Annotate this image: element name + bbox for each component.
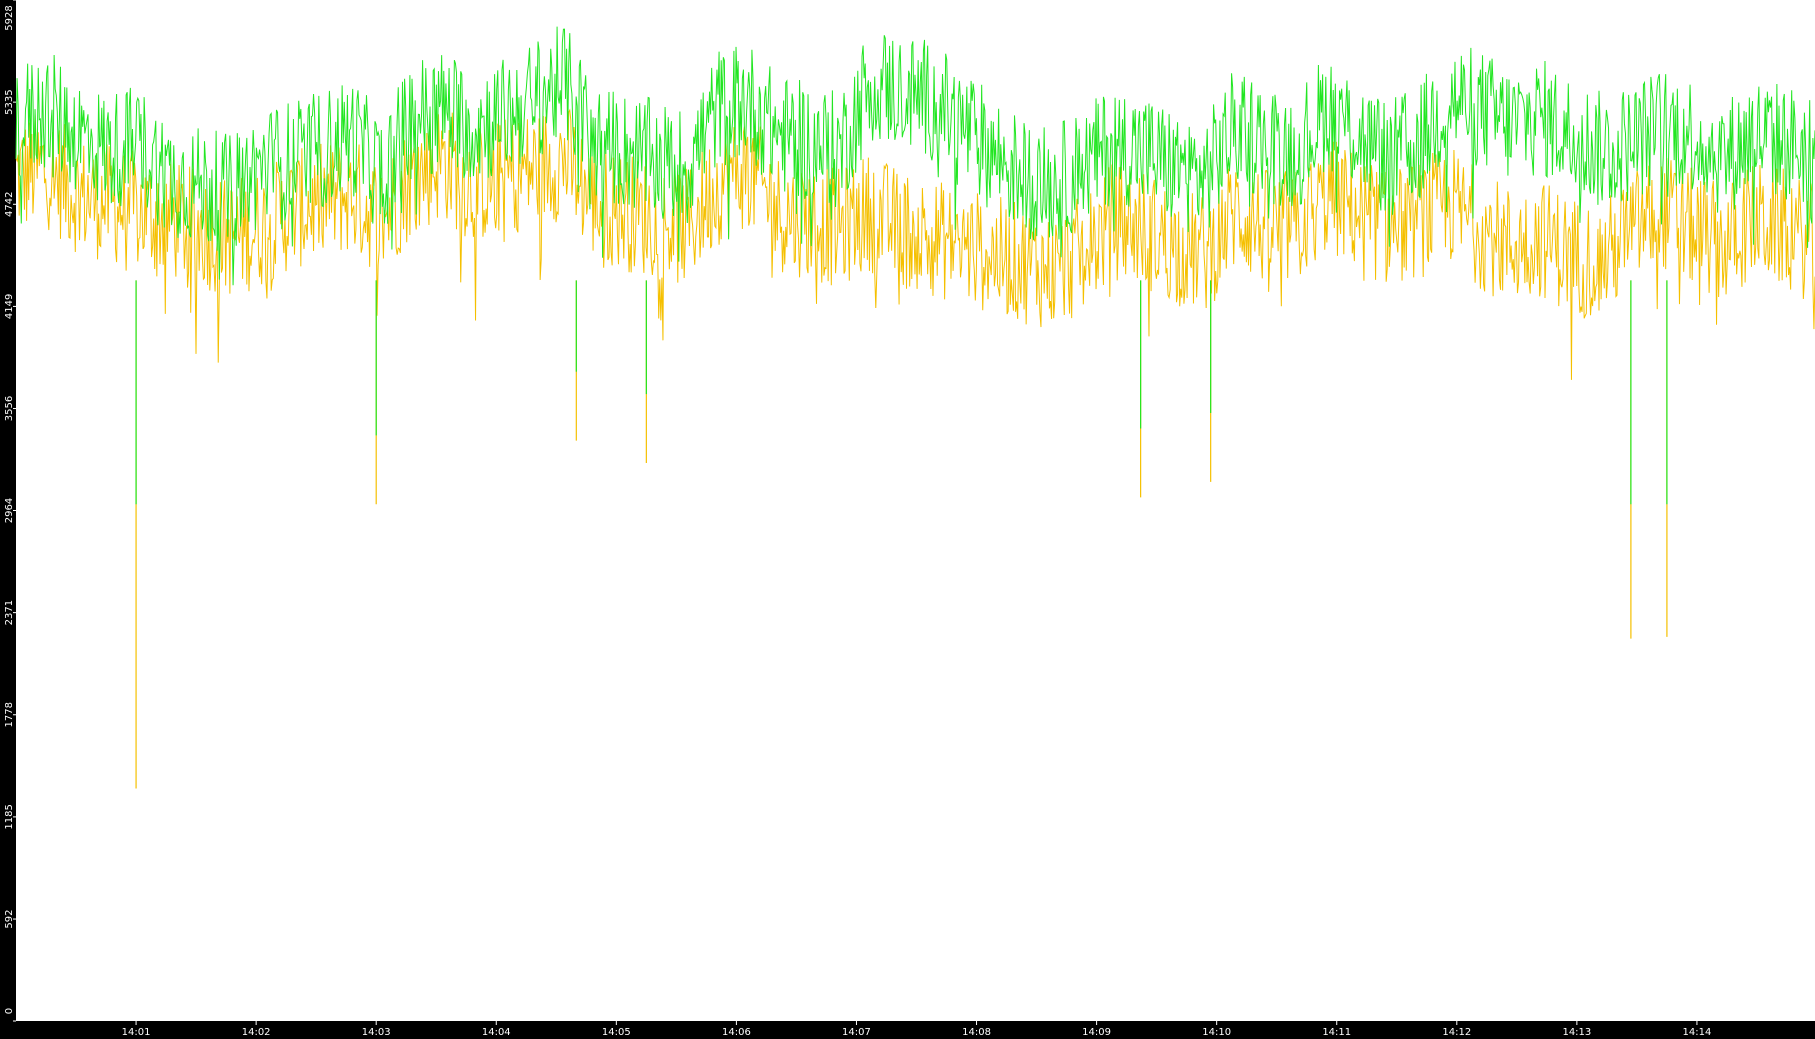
y-tick-label: 2964 [4, 498, 15, 523]
x-tick-label: 14:08 [962, 1027, 991, 1038]
x-tick-label: 14:11 [1322, 1027, 1351, 1038]
plot-area [16, 0, 1815, 1021]
y-tick-label: 4742 [4, 192, 15, 217]
y-axis: 0 592 1185 1778 2371 2964 3556 4149 4742 5335 5928 [4, 0, 16, 1022]
line-chart: 0 592 1185 1778 2371 2964 3556 4149 4742 5335 5928… [4, 0, 1815, 1038]
x-tick-label: 14:06 [722, 1027, 751, 1038]
y-tick-label: 1778 [4, 702, 15, 727]
x-axis: 14:01 14:02 14:03 14:04 14:05 14:06 14:07 14:08… [122, 1021, 1712, 1038]
x-tick-label: 14:12 [1442, 1027, 1471, 1038]
y-tick-label: 2371 [4, 600, 15, 625]
y-tick-label: 5928 [4, 5, 15, 30]
x-tick-label: 14:10 [1202, 1027, 1231, 1038]
chart: 0 592 1185 1778 2371 2964 3556 4149 4742 5335 5928… [0, 0, 1815, 1039]
y-tick-label: 4149 [4, 294, 15, 319]
x-tick-label: 14:13 [1562, 1027, 1591, 1038]
x-tick-label: 14:03 [362, 1027, 391, 1038]
x-tick-label: 14:04 [482, 1027, 511, 1038]
x-tick-label: 14:09 [1082, 1027, 1111, 1038]
x-tick-label: 14:05 [602, 1027, 631, 1038]
x-tick-label: 14:01 [122, 1027, 151, 1038]
x-tick-label: 14:14 [1683, 1027, 1712, 1038]
y-tick-label: 3556 [4, 396, 15, 421]
y-tick-label: 1185 [4, 804, 15, 829]
y-tick-label: 5335 [4, 89, 15, 114]
y-tick-label: 0 [4, 1008, 15, 1014]
x-tick-label: 14:07 [842, 1027, 871, 1038]
y-tick-label: 592 [4, 909, 15, 928]
x-tick-label: 14:02 [242, 1027, 271, 1038]
